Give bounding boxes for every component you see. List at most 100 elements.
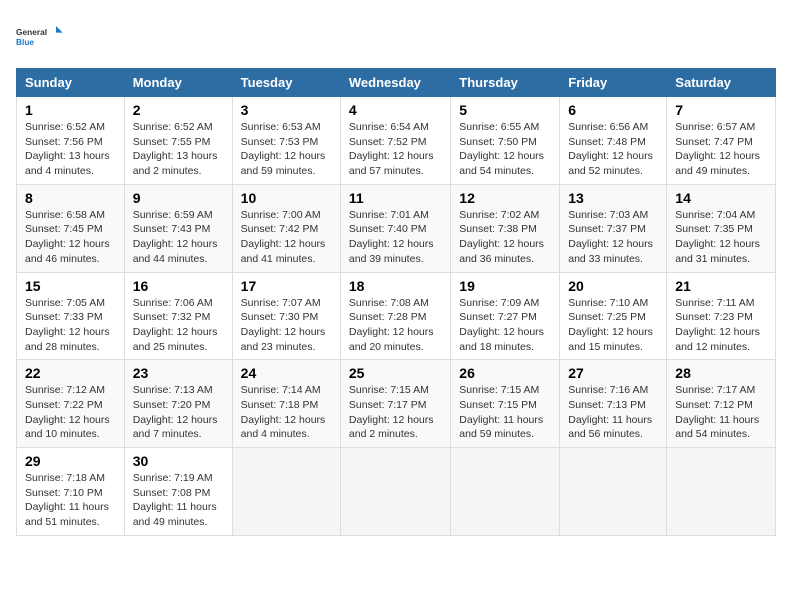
calendar-cell: 5 Sunrise: 6:55 AM Sunset: 7:50 PM Dayli…	[451, 97, 560, 185]
day-number: 16	[133, 278, 224, 294]
day-number: 2	[133, 102, 224, 118]
day-info: Sunrise: 7:04 AM Sunset: 7:35 PM Dayligh…	[675, 208, 767, 267]
day-number: 28	[675, 365, 767, 381]
calendar-cell: 1 Sunrise: 6:52 AM Sunset: 7:56 PM Dayli…	[17, 97, 125, 185]
day-number: 6	[568, 102, 658, 118]
calendar-header-row: SundayMondayTuesdayWednesdayThursdayFrid…	[17, 69, 776, 97]
calendar-cell: 25 Sunrise: 7:15 AM Sunset: 7:17 PM Dayl…	[340, 360, 450, 448]
day-info: Sunrise: 6:53 AM Sunset: 7:53 PM Dayligh…	[241, 120, 332, 179]
calendar-cell: 22 Sunrise: 7:12 AM Sunset: 7:22 PM Dayl…	[17, 360, 125, 448]
calendar-cell	[560, 448, 667, 536]
day-info: Sunrise: 6:57 AM Sunset: 7:47 PM Dayligh…	[675, 120, 767, 179]
day-number: 27	[568, 365, 658, 381]
calendar-cell: 23 Sunrise: 7:13 AM Sunset: 7:20 PM Dayl…	[124, 360, 232, 448]
day-info: Sunrise: 6:59 AM Sunset: 7:43 PM Dayligh…	[133, 208, 224, 267]
day-info: Sunrise: 7:14 AM Sunset: 7:18 PM Dayligh…	[241, 383, 332, 442]
logo-svg: General Blue	[16, 16, 66, 56]
calendar-week-1: 1 Sunrise: 6:52 AM Sunset: 7:56 PM Dayli…	[17, 97, 776, 185]
calendar-cell: 17 Sunrise: 7:07 AM Sunset: 7:30 PM Dayl…	[232, 272, 340, 360]
day-info: Sunrise: 6:52 AM Sunset: 7:55 PM Dayligh…	[133, 120, 224, 179]
day-info: Sunrise: 7:06 AM Sunset: 7:32 PM Dayligh…	[133, 296, 224, 355]
calendar-week-3: 15 Sunrise: 7:05 AM Sunset: 7:33 PM Dayl…	[17, 272, 776, 360]
calendar-cell: 29 Sunrise: 7:18 AM Sunset: 7:10 PM Dayl…	[17, 448, 125, 536]
calendar-cell: 3 Sunrise: 6:53 AM Sunset: 7:53 PM Dayli…	[232, 97, 340, 185]
day-number: 15	[25, 278, 116, 294]
calendar-cell: 2 Sunrise: 6:52 AM Sunset: 7:55 PM Dayli…	[124, 97, 232, 185]
calendar-cell: 10 Sunrise: 7:00 AM Sunset: 7:42 PM Dayl…	[232, 184, 340, 272]
day-number: 14	[675, 190, 767, 206]
calendar-cell	[232, 448, 340, 536]
calendar-cell: 9 Sunrise: 6:59 AM Sunset: 7:43 PM Dayli…	[124, 184, 232, 272]
day-number: 8	[25, 190, 116, 206]
day-number: 21	[675, 278, 767, 294]
header-friday: Friday	[560, 69, 667, 97]
day-number: 1	[25, 102, 116, 118]
day-number: 29	[25, 453, 116, 469]
day-info: Sunrise: 7:02 AM Sunset: 7:38 PM Dayligh…	[459, 208, 551, 267]
calendar-cell: 21 Sunrise: 7:11 AM Sunset: 7:23 PM Dayl…	[667, 272, 776, 360]
calendar-week-2: 8 Sunrise: 6:58 AM Sunset: 7:45 PM Dayli…	[17, 184, 776, 272]
header-saturday: Saturday	[667, 69, 776, 97]
calendar-cell: 11 Sunrise: 7:01 AM Sunset: 7:40 PM Dayl…	[340, 184, 450, 272]
calendar-cell: 28 Sunrise: 7:17 AM Sunset: 7:12 PM Dayl…	[667, 360, 776, 448]
logo: General Blue	[16, 16, 66, 56]
day-info: Sunrise: 6:55 AM Sunset: 7:50 PM Dayligh…	[459, 120, 551, 179]
calendar-cell	[340, 448, 450, 536]
day-number: 12	[459, 190, 551, 206]
calendar-cell: 20 Sunrise: 7:10 AM Sunset: 7:25 PM Dayl…	[560, 272, 667, 360]
calendar-week-4: 22 Sunrise: 7:12 AM Sunset: 7:22 PM Dayl…	[17, 360, 776, 448]
calendar-cell: 24 Sunrise: 7:14 AM Sunset: 7:18 PM Dayl…	[232, 360, 340, 448]
day-number: 17	[241, 278, 332, 294]
day-number: 20	[568, 278, 658, 294]
calendar-cell: 4 Sunrise: 6:54 AM Sunset: 7:52 PM Dayli…	[340, 97, 450, 185]
calendar-cell: 6 Sunrise: 6:56 AM Sunset: 7:48 PM Dayli…	[560, 97, 667, 185]
day-info: Sunrise: 7:09 AM Sunset: 7:27 PM Dayligh…	[459, 296, 551, 355]
calendar-cell: 8 Sunrise: 6:58 AM Sunset: 7:45 PM Dayli…	[17, 184, 125, 272]
day-number: 5	[459, 102, 551, 118]
day-info: Sunrise: 6:56 AM Sunset: 7:48 PM Dayligh…	[568, 120, 658, 179]
day-info: Sunrise: 6:58 AM Sunset: 7:45 PM Dayligh…	[25, 208, 116, 267]
svg-text:General: General	[16, 27, 47, 37]
day-info: Sunrise: 7:01 AM Sunset: 7:40 PM Dayligh…	[349, 208, 442, 267]
day-info: Sunrise: 7:00 AM Sunset: 7:42 PM Dayligh…	[241, 208, 332, 267]
day-number: 10	[241, 190, 332, 206]
day-info: Sunrise: 7:18 AM Sunset: 7:10 PM Dayligh…	[25, 471, 116, 530]
day-info: Sunrise: 7:08 AM Sunset: 7:28 PM Dayligh…	[349, 296, 442, 355]
header-thursday: Thursday	[451, 69, 560, 97]
day-info: Sunrise: 7:11 AM Sunset: 7:23 PM Dayligh…	[675, 296, 767, 355]
calendar-cell: 26 Sunrise: 7:15 AM Sunset: 7:15 PM Dayl…	[451, 360, 560, 448]
day-number: 7	[675, 102, 767, 118]
day-info: Sunrise: 6:54 AM Sunset: 7:52 PM Dayligh…	[349, 120, 442, 179]
day-info: Sunrise: 7:17 AM Sunset: 7:12 PM Dayligh…	[675, 383, 767, 442]
day-info: Sunrise: 6:52 AM Sunset: 7:56 PM Dayligh…	[25, 120, 116, 179]
day-number: 26	[459, 365, 551, 381]
header-tuesday: Tuesday	[232, 69, 340, 97]
day-info: Sunrise: 7:15 AM Sunset: 7:15 PM Dayligh…	[459, 383, 551, 442]
calendar-week-5: 29 Sunrise: 7:18 AM Sunset: 7:10 PM Dayl…	[17, 448, 776, 536]
day-info: Sunrise: 7:19 AM Sunset: 7:08 PM Dayligh…	[133, 471, 224, 530]
day-number: 24	[241, 365, 332, 381]
day-info: Sunrise: 7:13 AM Sunset: 7:20 PM Dayligh…	[133, 383, 224, 442]
calendar-cell: 30 Sunrise: 7:19 AM Sunset: 7:08 PM Dayl…	[124, 448, 232, 536]
calendar-table: SundayMondayTuesdayWednesdayThursdayFrid…	[16, 68, 776, 536]
day-number: 9	[133, 190, 224, 206]
calendar-cell: 16 Sunrise: 7:06 AM Sunset: 7:32 PM Dayl…	[124, 272, 232, 360]
day-number: 23	[133, 365, 224, 381]
day-number: 4	[349, 102, 442, 118]
day-info: Sunrise: 7:16 AM Sunset: 7:13 PM Dayligh…	[568, 383, 658, 442]
calendar-cell	[451, 448, 560, 536]
day-number: 11	[349, 190, 442, 206]
svg-text:Blue: Blue	[16, 37, 34, 47]
calendar-cell	[667, 448, 776, 536]
calendar-cell: 7 Sunrise: 6:57 AM Sunset: 7:47 PM Dayli…	[667, 97, 776, 185]
calendar-cell: 15 Sunrise: 7:05 AM Sunset: 7:33 PM Dayl…	[17, 272, 125, 360]
header-wednesday: Wednesday	[340, 69, 450, 97]
calendar-cell: 18 Sunrise: 7:08 AM Sunset: 7:28 PM Dayl…	[340, 272, 450, 360]
calendar-cell: 27 Sunrise: 7:16 AM Sunset: 7:13 PM Dayl…	[560, 360, 667, 448]
header-monday: Monday	[124, 69, 232, 97]
calendar-cell: 14 Sunrise: 7:04 AM Sunset: 7:35 PM Dayl…	[667, 184, 776, 272]
day-info: Sunrise: 7:05 AM Sunset: 7:33 PM Dayligh…	[25, 296, 116, 355]
day-info: Sunrise: 7:10 AM Sunset: 7:25 PM Dayligh…	[568, 296, 658, 355]
day-number: 30	[133, 453, 224, 469]
calendar-cell: 13 Sunrise: 7:03 AM Sunset: 7:37 PM Dayl…	[560, 184, 667, 272]
